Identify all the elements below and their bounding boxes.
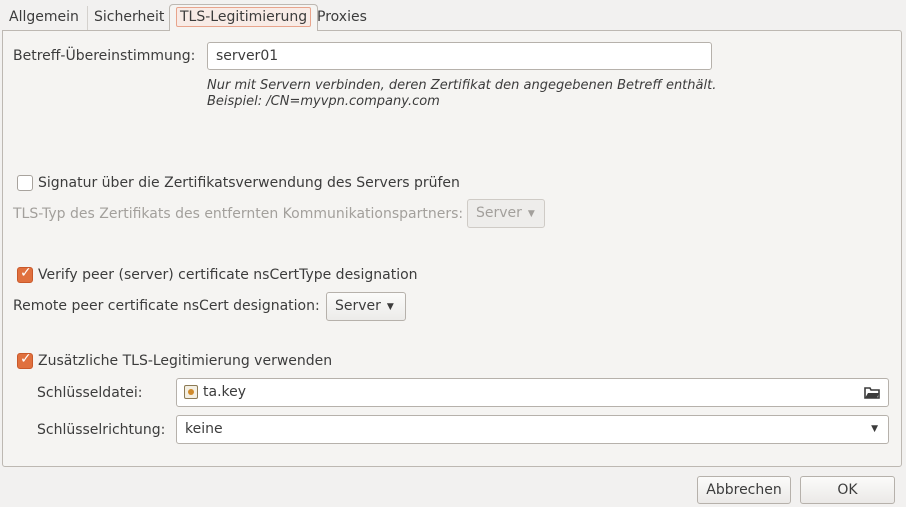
ok-button[interactable]: OK	[800, 476, 895, 504]
tab-sicherheit[interactable]: Sicherheit	[87, 6, 170, 30]
nscert-designation-combo[interactable]: Server ▼	[326, 292, 406, 321]
tab-label: Sicherheit	[94, 9, 165, 25]
verify-nscerttype-label[interactable]: Verify peer (server) certificate nsCertT…	[38, 267, 418, 283]
remote-tls-type-label: TLS-Typ des Zertifikats des entfernten K…	[13, 206, 464, 222]
checkmark-icon: ✓	[20, 265, 32, 281]
checkmark-icon: ✓	[20, 351, 32, 367]
nscert-designation-label: Remote peer certificate nsCert designati…	[13, 298, 320, 314]
tab-bar: Allgemein Sicherheit TLS-Legitimierung P…	[0, 0, 906, 31]
cancel-button[interactable]: Abbrechen	[697, 476, 791, 504]
subject-match-hint-line1: Nur mit Servern verbinden, deren Zertifi…	[207, 78, 717, 93]
combo-value: Server	[335, 298, 381, 314]
key-direction-label: Schlüsselrichtung:	[37, 422, 166, 438]
tab-label: Proxies	[317, 9, 367, 25]
key-file-icon	[184, 385, 198, 399]
key-file-label: Schlüsseldatei:	[37, 385, 143, 401]
tab-label: TLS-Legitimierung	[176, 7, 312, 27]
chevron-down-icon: ▼	[527, 209, 535, 219]
folder-open-icon[interactable]	[864, 385, 880, 399]
verify-key-usage-label[interactable]: Signatur über die Zertifikatsverwendung …	[38, 175, 460, 191]
subject-match-label: Betreff-Übereinstimmung:	[13, 48, 196, 64]
tab-tls-legitimierung[interactable]: TLS-Legitimierung	[169, 4, 319, 31]
extra-tls-auth-label[interactable]: Zusätzliche TLS-Legitimierung verwenden	[38, 353, 332, 369]
subject-match-hint-line2: Beispiel: /CN=myvpn.company.com	[207, 94, 440, 109]
tab-label: Allgemein	[9, 9, 79, 25]
tls-settings-panel: Betreff-Übereinstimmung: Nur mit Servern…	[2, 30, 902, 467]
verify-key-usage-checkbox[interactable]	[17, 175, 33, 191]
tab-proxies[interactable]: Proxies	[311, 6, 373, 30]
key-file-value: ta.key	[203, 384, 247, 400]
key-file-chooser[interactable]: ta.key	[176, 378, 889, 407]
combo-value: keine	[185, 421, 223, 437]
tab-allgemein[interactable]: Allgemein	[3, 6, 85, 30]
verify-nscerttype-checkbox[interactable]: ✓	[17, 265, 33, 283]
remote-tls-type-combo: Server ▼	[467, 199, 545, 228]
subject-match-input[interactable]	[207, 42, 712, 70]
chevron-down-icon: ▼	[386, 302, 394, 312]
combo-value: Server	[476, 205, 522, 221]
chevron-down-icon: ▼	[871, 424, 878, 434]
extra-tls-auth-checkbox[interactable]: ✓	[17, 351, 33, 369]
key-direction-combo[interactable]: keine ▼	[176, 415, 889, 444]
